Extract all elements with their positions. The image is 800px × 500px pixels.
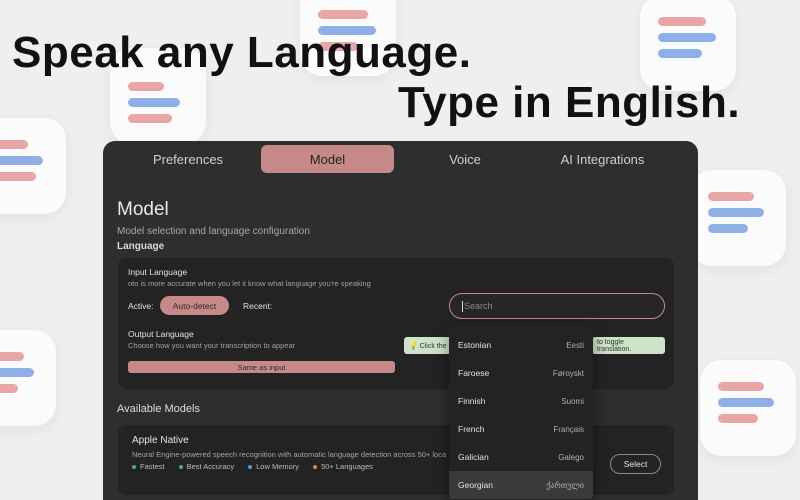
model-tag: Fastest (132, 462, 165, 471)
headline-line-1: Speak any Language. (12, 28, 472, 77)
status-dot-icon (178, 464, 183, 469)
tab-preferences[interactable]: Preferences (128, 145, 248, 173)
tab-ai-integrations[interactable]: AI Integrations (540, 145, 665, 173)
status-dot-icon (248, 464, 253, 469)
page-title: Model (117, 199, 169, 220)
language-option[interactable]: Finnish Suomi (449, 387, 593, 415)
language-search-input[interactable]: Search (449, 293, 665, 319)
model-description: Neural Engine-powered speech recognition… (132, 450, 447, 459)
input-language-description: oto is more accurate when you let it kno… (128, 279, 371, 288)
app-icon-tile (690, 170, 786, 266)
active-label: Active: (128, 301, 154, 311)
app-icon-tile (0, 118, 66, 214)
model-tag: 50+ Languages (313, 462, 373, 471)
tab-model[interactable]: Model (261, 145, 394, 173)
section-label-language: Language (117, 241, 165, 252)
available-models-heading: Available Models (117, 403, 200, 415)
headline-line-2: Type in English. (398, 78, 741, 127)
tab-voice[interactable]: Voice (403, 145, 527, 173)
language-option[interactable]: Faroese Føroyskt (449, 359, 593, 387)
recent-label: Recent: (243, 301, 273, 311)
language-option[interactable]: French Français (449, 415, 593, 443)
auto-detect-button[interactable]: Auto-detect (160, 296, 229, 315)
translation-hint-right: to toggle translation. (592, 337, 665, 354)
input-language-label: Input Language (128, 267, 188, 277)
language-option[interactable]: Georgian ქართული (449, 471, 593, 499)
same-as-input-button[interactable]: Same as input (128, 361, 395, 373)
model-tag: Best Accuracy (178, 462, 234, 471)
status-dot-icon (313, 464, 318, 469)
model-tag: Low Memory (248, 462, 299, 471)
app-icon-tile (700, 360, 796, 456)
page-subtitle: Model selection and language configurati… (117, 226, 310, 237)
language-dropdown: Estonian Eesti Faroese Føroyskt Finnish Suo… (449, 323, 593, 500)
model-tags: Fastest Best Accuracy Low Memory 50+ Lan… (132, 462, 373, 471)
translation-hint-left: 💡 Click the (404, 337, 452, 354)
language-option[interactable]: Estonian Eesti (449, 331, 593, 359)
select-model-button[interactable]: Select (610, 454, 661, 474)
model-name: Apple Native (132, 435, 189, 446)
language-option[interactable]: Galician Galego (449, 443, 593, 471)
tab-bar: Preferences Model Voice AI Integrations (103, 141, 698, 177)
output-language-label: Output Language (128, 329, 194, 339)
settings-window: Preferences Model Voice AI Integrations … (103, 141, 698, 500)
app-icon-tile (0, 330, 56, 426)
output-language-description: Choose how you want your transcription t… (128, 341, 296, 350)
status-dot-icon (132, 464, 136, 469)
